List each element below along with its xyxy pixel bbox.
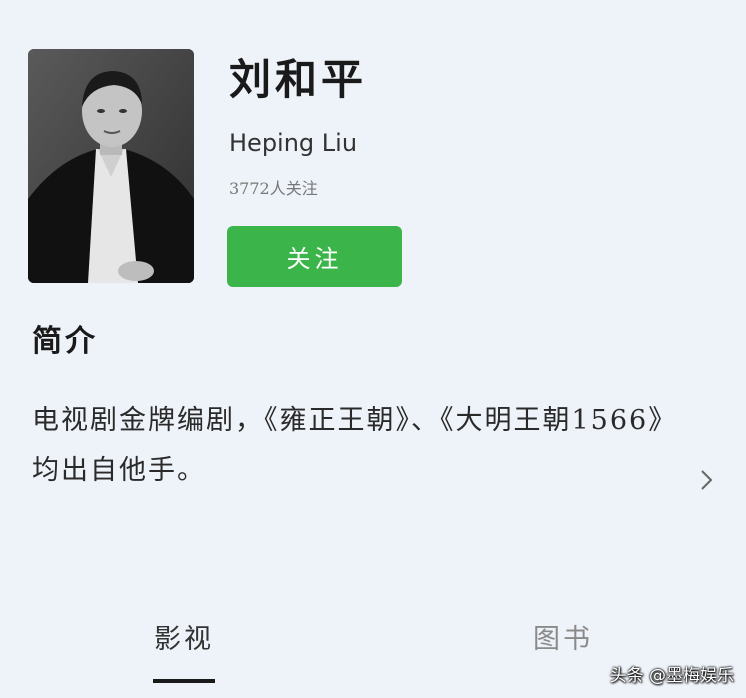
chevron-right-icon[interactable] [700,468,714,492]
avatar [28,49,194,283]
profile-name: 刘和平 [229,55,368,104]
watermark: 头条 @墨梅娱乐 [609,666,734,686]
avatar-photo [28,49,194,283]
intro-text: 电视剧金牌编剧，《雍正王朝》、《大明王朝1566》均出自他手。 [32,405,664,486]
intro-title: 简介 [32,324,98,359]
tab-active-indicator [153,679,215,683]
follow-button[interactable]: 关注 [227,226,402,287]
profile-name-english: Heping Liu [229,129,358,157]
tab-film-tv[interactable]: 影视 [154,620,214,660]
follower-count: 3772人关注 [229,179,318,198]
tab-books[interactable]: 图书 [533,620,593,660]
